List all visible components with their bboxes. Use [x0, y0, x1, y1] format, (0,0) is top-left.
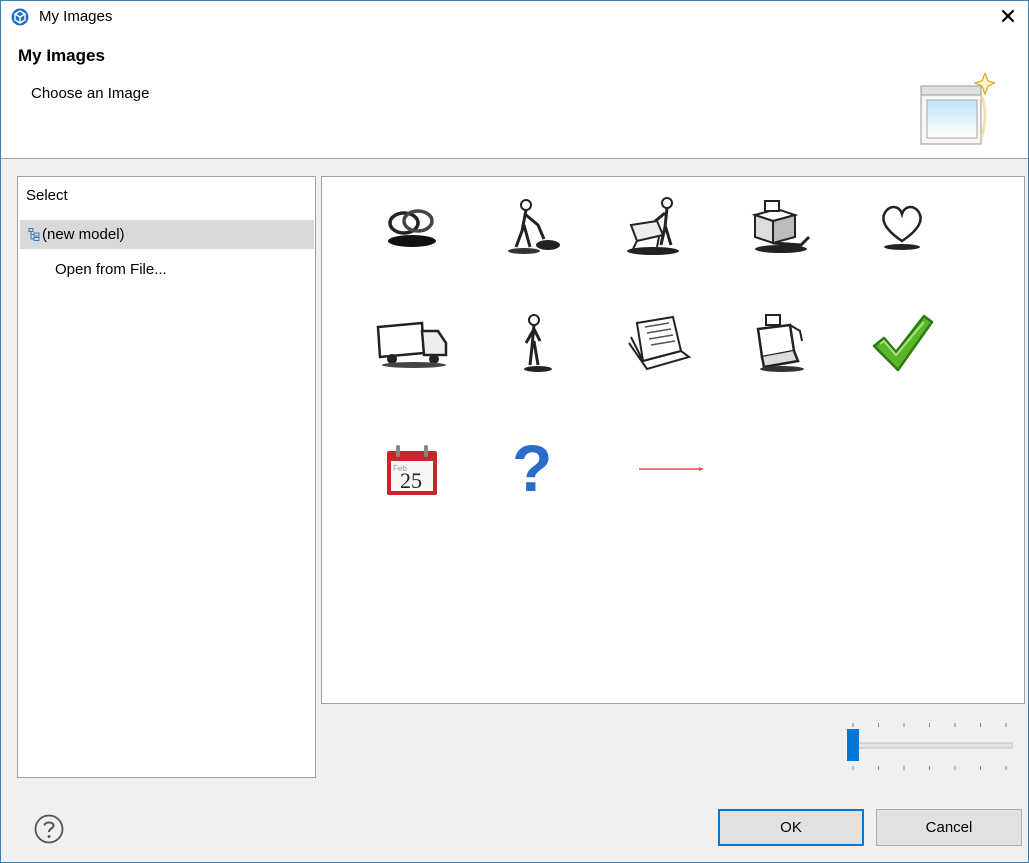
- image-tile[interactable]: ?: [494, 429, 574, 509]
- standing-person-icon: [524, 314, 552, 372]
- slider-track: [847, 742, 1013, 749]
- wizard-banner-icon: [920, 73, 995, 145]
- dialog-header: [1, 32, 1028, 159]
- rings-icon: [388, 209, 436, 247]
- red-line-arrow-icon: [639, 467, 704, 471]
- tree-item-label: (new model): [42, 226, 125, 243]
- tree-item-open-from-file[interactable]: Open from File...: [18, 255, 313, 284]
- tree-item-label: Open from File...: [55, 261, 167, 278]
- title-bar: My Images ✕: [1, 1, 1028, 32]
- tree-model-icon: [28, 228, 40, 241]
- ok-button[interactable]: OK: [718, 809, 864, 846]
- close-button[interactable]: ✕: [988, 1, 1028, 32]
- papers-stack-icon: [628, 315, 692, 371]
- slider-ticks-top: [852, 723, 1007, 727]
- image-tile[interactable]: [618, 187, 698, 267]
- image-tile[interactable]: [618, 303, 698, 383]
- select-label: Select: [26, 187, 68, 204]
- cancel-button-label: Cancel: [925, 819, 973, 836]
- slider-ticks-bottom: [852, 766, 1007, 770]
- image-tile[interactable]: Feb 25: [372, 429, 452, 509]
- image-tile[interactable]: [372, 187, 452, 267]
- slider-thumb[interactable]: [847, 729, 859, 761]
- tree-item-new-model[interactable]: (new model): [20, 220, 314, 249]
- heart-icon: [882, 205, 922, 250]
- cash-register-icon: [756, 314, 804, 372]
- calendar-icon: Feb 25: [387, 445, 437, 495]
- person-vacuuming-icon: [508, 199, 560, 254]
- header-subtitle: Choose an Image: [31, 85, 150, 102]
- image-tile[interactable]: [632, 429, 712, 509]
- delivery-truck-icon: [376, 321, 448, 368]
- image-tile[interactable]: [862, 187, 942, 267]
- close-icon: ✕: [998, 3, 1018, 29]
- window-title: My Images: [39, 8, 113, 25]
- help-icon[interactable]: [33, 813, 65, 845]
- image-tile[interactable]: [372, 303, 452, 383]
- question-glyph: ?: [512, 437, 552, 501]
- cancel-button[interactable]: Cancel: [876, 809, 1022, 846]
- person-pushing-cart-icon: [627, 197, 679, 255]
- image-tile[interactable]: [494, 187, 574, 267]
- image-gallery: Feb 25 ?: [321, 176, 1025, 704]
- dialog-window: My Images ✕ My Images Choose an Image Se…: [0, 0, 1029, 863]
- image-tile[interactable]: [738, 303, 818, 383]
- header-title: My Images: [18, 46, 105, 65]
- calendar-day-text: 25: [400, 468, 422, 493]
- select-panel: Select (new model) Open from File...: [17, 176, 316, 778]
- image-tile[interactable]: [862, 303, 942, 383]
- question-mark-icon: ?: [512, 437, 552, 501]
- pallet-of-boxes-icon: [751, 200, 811, 253]
- app-cube-icon: [11, 8, 29, 26]
- image-tile[interactable]: [738, 187, 818, 267]
- image-tile[interactable]: [494, 303, 574, 383]
- ok-button-label: OK: [780, 819, 802, 836]
- zoom-slider[interactable]: [847, 719, 1013, 775]
- checkmark-icon: [872, 314, 934, 372]
